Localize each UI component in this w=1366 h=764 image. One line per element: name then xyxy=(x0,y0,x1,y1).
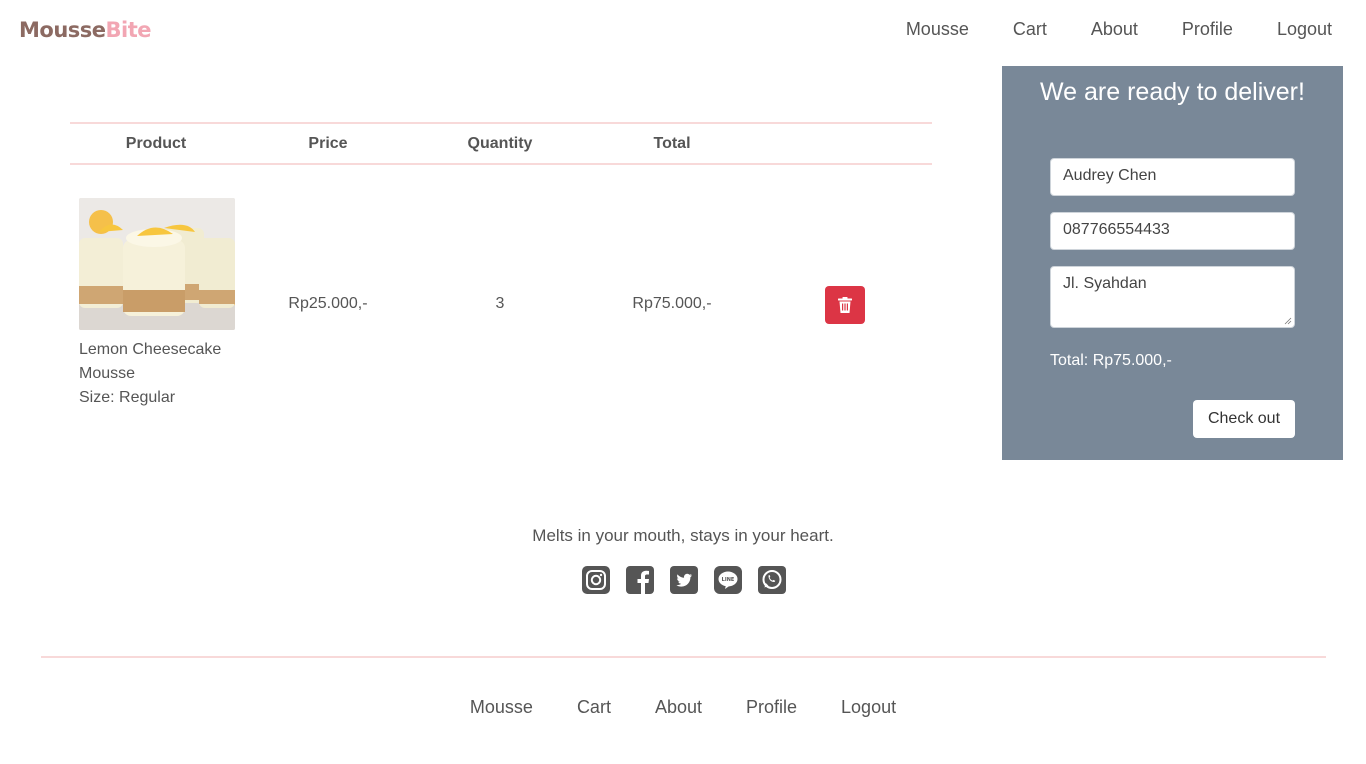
product-name: Lemon Cheesecake Mousse xyxy=(79,341,222,382)
cart-table-header: Product Price Quantity Total xyxy=(70,122,932,165)
footer-divider xyxy=(41,656,1326,658)
footer-link-profile[interactable]: Profile xyxy=(746,697,797,718)
product-size: Size: Regular xyxy=(79,389,176,406)
footer-link-logout[interactable]: Logout xyxy=(841,697,896,718)
nav-link-profile[interactable]: Profile xyxy=(1182,19,1233,40)
product-total: Rp75.000,- xyxy=(632,295,712,312)
cart-table: Product Price Quantity Total Lemon Chees… xyxy=(70,122,932,425)
footer-nav: Mousse Cart About Profile Logout xyxy=(0,697,1366,718)
nav-link-mousse[interactable]: Mousse xyxy=(906,19,969,40)
footer-link-mousse[interactable]: Mousse xyxy=(470,697,533,718)
address-field[interactable]: Jl. Syahdan xyxy=(1050,266,1295,328)
footer-tagline: Melts in your mouth, stays in your heart… xyxy=(532,526,834,545)
header-product: Product xyxy=(125,135,187,152)
social-links: LINE xyxy=(582,566,802,594)
product-image xyxy=(79,198,235,330)
facebook-icon[interactable] xyxy=(626,566,654,594)
header-total: Total xyxy=(653,135,691,152)
delivery-panel: We are ready to deliver! Audrey Chen 087… xyxy=(1002,66,1343,460)
whatsapp-icon[interactable] xyxy=(758,566,786,594)
header-quantity: Quantity xyxy=(467,135,533,152)
twitter-icon[interactable] xyxy=(670,566,698,594)
product-quantity: 3 xyxy=(495,295,505,312)
footer-link-about[interactable]: About xyxy=(655,697,702,718)
line-icon[interactable]: LINE xyxy=(714,566,742,594)
resize-handle-icon[interactable] xyxy=(1284,317,1292,325)
brand-logo[interactable]: MousseBite xyxy=(19,18,152,42)
footer-link-cart[interactable]: Cart xyxy=(577,697,611,718)
delivery-title: We are ready to deliver! xyxy=(1040,78,1305,106)
product-details: Lemon Cheesecake Mousse Size: Regular xyxy=(79,338,249,410)
nav-link-cart[interactable]: Cart xyxy=(1013,19,1047,40)
header-price: Price xyxy=(308,135,348,152)
top-nav: Mousse Cart About Profile Logout xyxy=(862,19,1332,40)
name-field[interactable]: Audrey Chen xyxy=(1050,158,1295,196)
table-row: Lemon Cheesecake Mousse Size: Regular Rp… xyxy=(70,165,932,425)
address-value: Jl. Syahdan xyxy=(1063,275,1147,292)
checkout-button[interactable]: Check out xyxy=(1193,400,1295,438)
delete-item-button[interactable] xyxy=(825,286,865,324)
nav-link-logout[interactable]: Logout xyxy=(1277,19,1332,40)
brand-logo-part1: Mousse xyxy=(19,18,106,42)
svg-text:LINE: LINE xyxy=(722,577,735,583)
product-price: Rp25.000,- xyxy=(288,295,368,312)
phone-field[interactable]: 087766554433 xyxy=(1050,212,1295,250)
instagram-icon[interactable] xyxy=(582,566,610,594)
trash-icon xyxy=(838,297,852,313)
nav-link-about[interactable]: About xyxy=(1091,19,1138,40)
brand-logo-part2: Bite xyxy=(105,18,152,42)
order-total: Total: Rp75.000,- xyxy=(1050,352,1172,369)
